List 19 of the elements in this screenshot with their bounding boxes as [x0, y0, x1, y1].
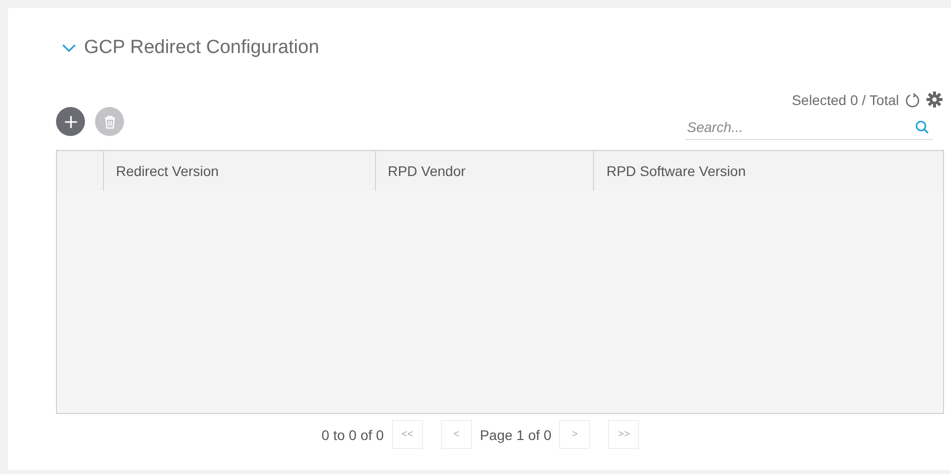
- plus-icon: [64, 114, 78, 128]
- first-page-button[interactable]: <<: [392, 420, 423, 449]
- next-page-button[interactable]: >: [559, 420, 590, 449]
- column-header[interactable]: Redirect Version: [104, 150, 376, 191]
- page-indicator: Page 1 of 0: [480, 426, 552, 442]
- previous-page-button[interactable]: <: [440, 420, 472, 449]
- settings-icon[interactable]: [926, 91, 943, 108]
- search-field[interactable]: Search...: [685, 114, 933, 140]
- selection-count: Selected 0 / Total: [792, 92, 899, 108]
- refresh-icon[interactable]: [905, 92, 920, 108]
- add-button[interactable]: [56, 107, 85, 136]
- section-title: GCP Redirect Configuration: [84, 37, 320, 59]
- column-header[interactable]: RPD Vendor: [375, 150, 594, 191]
- trash-icon: [104, 114, 116, 128]
- record-range: 0 to 0 of 0: [322, 426, 384, 442]
- chevron-icon[interactable]: [62, 43, 76, 53]
- last-page-button[interactable]: >>: [608, 420, 640, 449]
- search-icon[interactable]: [915, 120, 929, 134]
- column-header[interactable]: RPD Software Version: [594, 150, 944, 191]
